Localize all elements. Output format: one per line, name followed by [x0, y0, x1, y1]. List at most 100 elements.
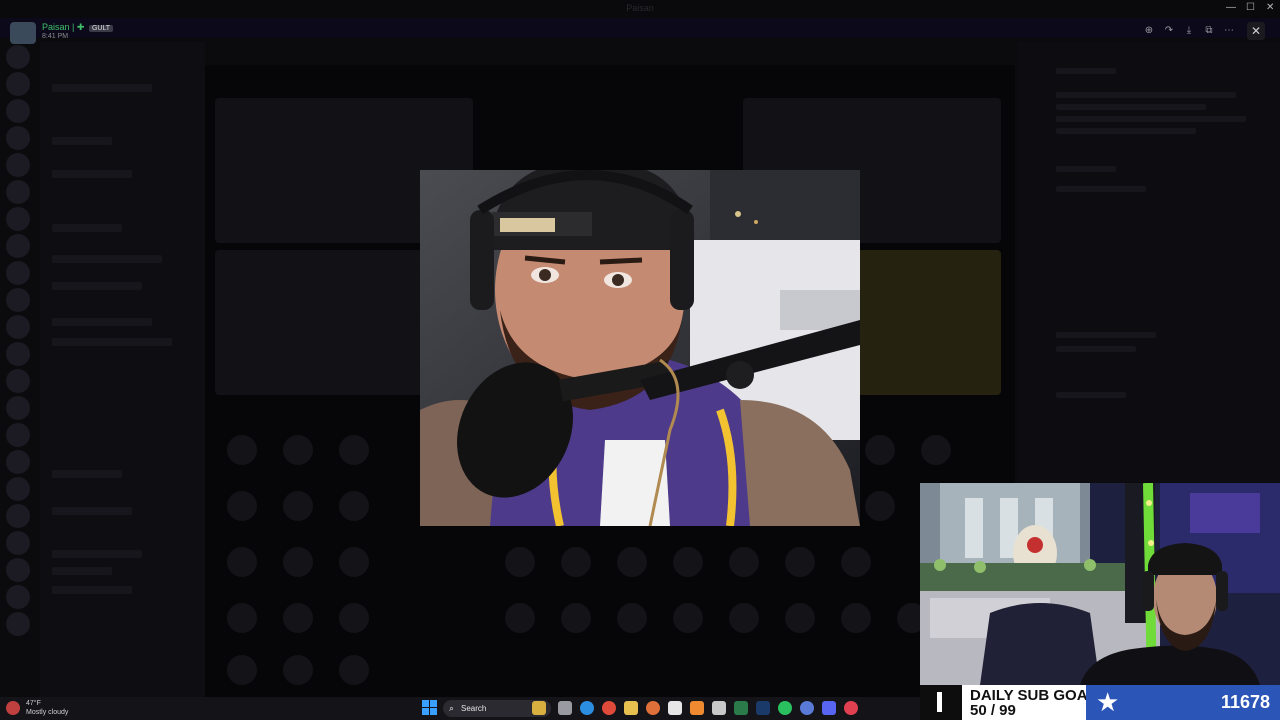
- audience-avatar[interactable]: [283, 491, 313, 521]
- audience-avatar[interactable]: [339, 547, 369, 577]
- audience-avatar[interactable]: [785, 547, 815, 577]
- server-icon[interactable]: [6, 180, 30, 204]
- app-icon[interactable]: [690, 701, 704, 715]
- audience-avatar[interactable]: [921, 435, 951, 465]
- open-external-icon[interactable]: ⧉: [1202, 24, 1216, 38]
- server-icon[interactable]: [6, 477, 30, 501]
- server-icon[interactable]: [6, 504, 30, 528]
- audience-avatar[interactable]: [561, 547, 591, 577]
- more-icon[interactable]: ⋯: [1222, 24, 1236, 38]
- app-icon[interactable]: [800, 701, 814, 715]
- plus-icon: ✚: [76, 22, 85, 32]
- avatar[interactable]: [10, 22, 36, 44]
- audience-avatar[interactable]: [227, 491, 257, 521]
- audience-avatar[interactable]: [227, 547, 257, 577]
- server-icon[interactable]: [6, 153, 30, 177]
- server-icon[interactable]: [6, 558, 30, 582]
- server-icon[interactable]: [6, 585, 30, 609]
- app-icon[interactable]: [558, 701, 572, 715]
- close-viewer-button[interactable]: ✕: [1247, 22, 1265, 40]
- discord-icon[interactable]: [822, 701, 836, 715]
- audience-avatar[interactable]: [673, 603, 703, 633]
- audience-avatar[interactable]: [617, 547, 647, 577]
- channel-item[interactable]: [52, 255, 162, 263]
- audience-avatar[interactable]: [339, 603, 369, 633]
- windows-start-icon[interactable]: [422, 700, 438, 716]
- channel-item[interactable]: [52, 170, 132, 178]
- sub-goal-text: DAILY SUB GOAL 50 / 99: [962, 685, 1097, 720]
- audience-avatar[interactable]: [617, 603, 647, 633]
- zoom-in-icon[interactable]: ⊕: [1142, 24, 1156, 38]
- audience-avatar[interactable]: [227, 603, 257, 633]
- audience-avatar[interactable]: [283, 435, 313, 465]
- audience-avatar[interactable]: [841, 603, 871, 633]
- audience-avatar[interactable]: [561, 603, 591, 633]
- audience-avatar[interactable]: [729, 547, 759, 577]
- audience-avatar[interactable]: [283, 547, 313, 577]
- minimize-button[interactable]: —: [1226, 2, 1236, 13]
- expanded-image[interactable]: [420, 170, 860, 526]
- spotify-icon[interactable]: [778, 701, 792, 715]
- audience-avatar[interactable]: [283, 603, 313, 633]
- server-icon[interactable]: [6, 450, 30, 474]
- server-icon[interactable]: [6, 342, 30, 366]
- audience-avatar[interactable]: [785, 603, 815, 633]
- channel-item[interactable]: [52, 318, 152, 326]
- audience-avatar[interactable]: [673, 547, 703, 577]
- server-icon[interactable]: [6, 288, 30, 312]
- edge-icon[interactable]: [580, 701, 594, 715]
- download-icon[interactable]: ⤓: [1182, 24, 1196, 38]
- steam-icon[interactable]: [756, 701, 770, 715]
- server-icon[interactable]: [6, 207, 30, 231]
- notepad-icon[interactable]: [712, 701, 726, 715]
- server-icon[interactable]: [6, 126, 30, 150]
- server-icon[interactable]: [6, 612, 30, 636]
- window-title: Paisan: [626, 3, 654, 13]
- chat-line: [1056, 346, 1136, 352]
- folder-icon[interactable]: [624, 701, 638, 715]
- server-icon[interactable]: [6, 369, 30, 393]
- audience-avatar[interactable]: [339, 435, 369, 465]
- server-icon[interactable]: [6, 45, 30, 69]
- audience-avatar[interactable]: [339, 491, 369, 521]
- audience-avatar[interactable]: [505, 603, 535, 633]
- audience-avatar[interactable]: [227, 435, 257, 465]
- channel-item[interactable]: [52, 224, 122, 232]
- maximize-button[interactable]: ☐: [1246, 2, 1255, 13]
- channel-item[interactable]: [52, 338, 172, 346]
- channel-item[interactable]: [52, 84, 152, 92]
- window-close-button[interactable]: ✕: [1266, 2, 1274, 13]
- channel-item[interactable]: [52, 567, 112, 575]
- audience-avatar[interactable]: [865, 435, 895, 465]
- audience-avatar[interactable]: [505, 547, 535, 577]
- settings-icon[interactable]: [844, 701, 858, 715]
- server-icon[interactable]: [6, 396, 30, 420]
- excel-icon[interactable]: [734, 701, 748, 715]
- server-icon[interactable]: [6, 99, 30, 123]
- channel-item[interactable]: [52, 137, 112, 145]
- firefox-icon[interactable]: [646, 701, 660, 715]
- share-icon[interactable]: ↷: [1162, 24, 1176, 38]
- file-explorer-icon[interactable]: [532, 701, 546, 715]
- channel-item[interactable]: [52, 470, 122, 478]
- audience-avatar[interactable]: [227, 655, 257, 685]
- audience-avatar[interactable]: [283, 655, 313, 685]
- channel-item[interactable]: [52, 586, 132, 594]
- server-icon[interactable]: [6, 234, 30, 258]
- chrome-icon[interactable]: [602, 701, 616, 715]
- channel-item[interactable]: [52, 282, 142, 290]
- server-icon[interactable]: [6, 261, 30, 285]
- server-icon[interactable]: [6, 423, 30, 447]
- channel-item[interactable]: [52, 507, 132, 515]
- audience-avatar[interactable]: [841, 547, 871, 577]
- server-icon[interactable]: [6, 531, 30, 555]
- audience-avatar[interactable]: [339, 655, 369, 685]
- store-icon[interactable]: [668, 701, 682, 715]
- audience-avatar[interactable]: [729, 603, 759, 633]
- audience-avatar[interactable]: [865, 491, 895, 521]
- channel-item[interactable]: [52, 550, 142, 558]
- channel-list: [40, 42, 205, 697]
- server-icon[interactable]: [6, 72, 30, 96]
- server-icon[interactable]: [6, 315, 30, 339]
- user-tag: GULT: [88, 25, 114, 32]
